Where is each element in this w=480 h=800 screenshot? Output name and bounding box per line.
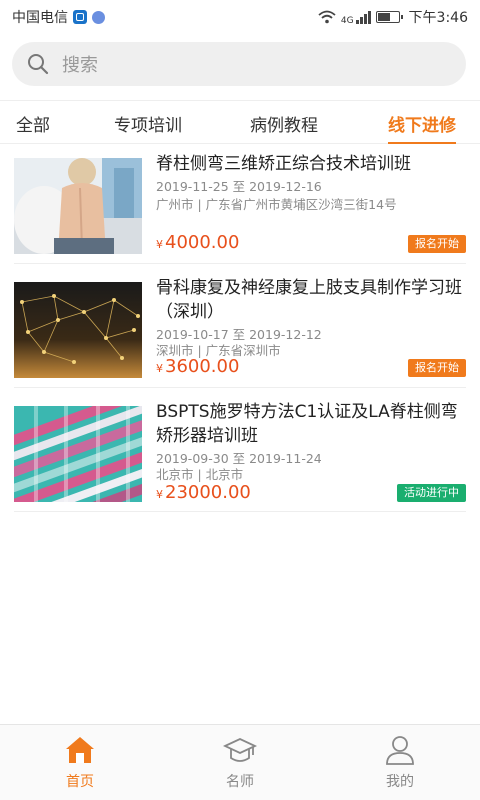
status-bar: 中国电信 4G 下午3:46 (0, 0, 480, 34)
search-input[interactable]: 搜索 (62, 51, 98, 77)
currency-symbol: ¥ (156, 362, 163, 375)
nav-mine-label: 我的 (386, 774, 414, 790)
course-thumbnail (14, 158, 142, 254)
price-value: 4000.00 (165, 232, 240, 253)
tab-special-training[interactable]: 专项培训 (114, 111, 182, 136)
status-right: 4G 下午3:46 (318, 7, 468, 27)
bottom-nav: 首页 名师 我的 (0, 724, 480, 800)
course-item[interactable]: 脊柱侧弯三维矫正综合技术培训班 2019-11-25 至 2019-12-16 … (14, 148, 466, 264)
course-price: ¥3600.00 (156, 356, 239, 377)
course-price: ¥4000.00 (156, 232, 239, 253)
user-icon (386, 736, 414, 765)
course-item[interactable]: BSPTS施罗特方法C1认证及LA脊柱侧弯矫形器培训班 2019-09-30 至… (14, 396, 466, 512)
signal-icon (355, 10, 371, 24)
nav-teachers[interactable]: 名师 (200, 733, 280, 791)
currency-symbol: ¥ (156, 488, 163, 501)
currency-symbol: ¥ (156, 238, 163, 251)
carrier-name: 中国电信 (12, 10, 68, 26)
nav-home[interactable]: 首页 (40, 733, 120, 791)
course-thumbnail (14, 282, 142, 378)
course-title[interactable]: 脊柱侧弯三维矫正综合技术培训班 (156, 152, 466, 176)
network-type: 4G (340, 16, 354, 26)
category-tabs: 全部 专项培训 病例教程 线下进修 (0, 100, 480, 144)
tab-all[interactable]: 全部 (16, 111, 50, 136)
price-value: 3600.00 (165, 356, 240, 377)
nav-mine[interactable]: 我的 (360, 733, 440, 791)
course-location: 北京市 | 北京市 (156, 467, 244, 482)
nav-home-label: 首页 (66, 774, 94, 790)
course-dates: 2019-09-30 至 2019-11-24 (156, 451, 322, 466)
graduation-cap-icon (223, 738, 257, 762)
course-location: 广州市 | 广东省广州市黄埔区沙湾三街14号 (156, 197, 397, 212)
status-badge: 报名开始 (408, 235, 466, 253)
hd-badge-icon (73, 10, 87, 24)
price-value: 23000.00 (165, 482, 251, 503)
status-badge: 报名开始 (408, 359, 466, 377)
course-dates: 2019-10-17 至 2019-12-12 (156, 327, 322, 342)
tab-offline-study[interactable]: 线下进修 (388, 111, 456, 144)
course-dates: 2019-11-25 至 2019-12-16 (156, 179, 322, 194)
course-title[interactable]: 骨科康复及神经康复上肢支具制作学习班（深圳） (156, 276, 466, 324)
course-item[interactable]: 骨科康复及神经康复上肢支具制作学习班（深圳） 2019-10-17 至 2019… (14, 272, 466, 388)
tab-case-tutorials[interactable]: 病例教程 (250, 111, 318, 136)
search-bar[interactable]: 搜索 (12, 42, 466, 86)
battery-icon (375, 11, 403, 23)
course-thumbnail (14, 406, 142, 502)
nav-teachers-label: 名师 (226, 774, 254, 790)
search-icon (28, 54, 49, 75)
status-left: 中国电信 (12, 7, 105, 27)
course-price: ¥23000.00 (156, 482, 251, 503)
home-icon (66, 737, 94, 763)
data-saver-icon (92, 10, 105, 24)
wifi-icon (318, 10, 336, 24)
course-title[interactable]: BSPTS施罗特方法C1认证及LA脊柱侧弯矫形器培训班 (156, 400, 466, 448)
status-badge: 活动进行中 (397, 484, 466, 502)
clock: 下午3:46 (408, 10, 468, 26)
